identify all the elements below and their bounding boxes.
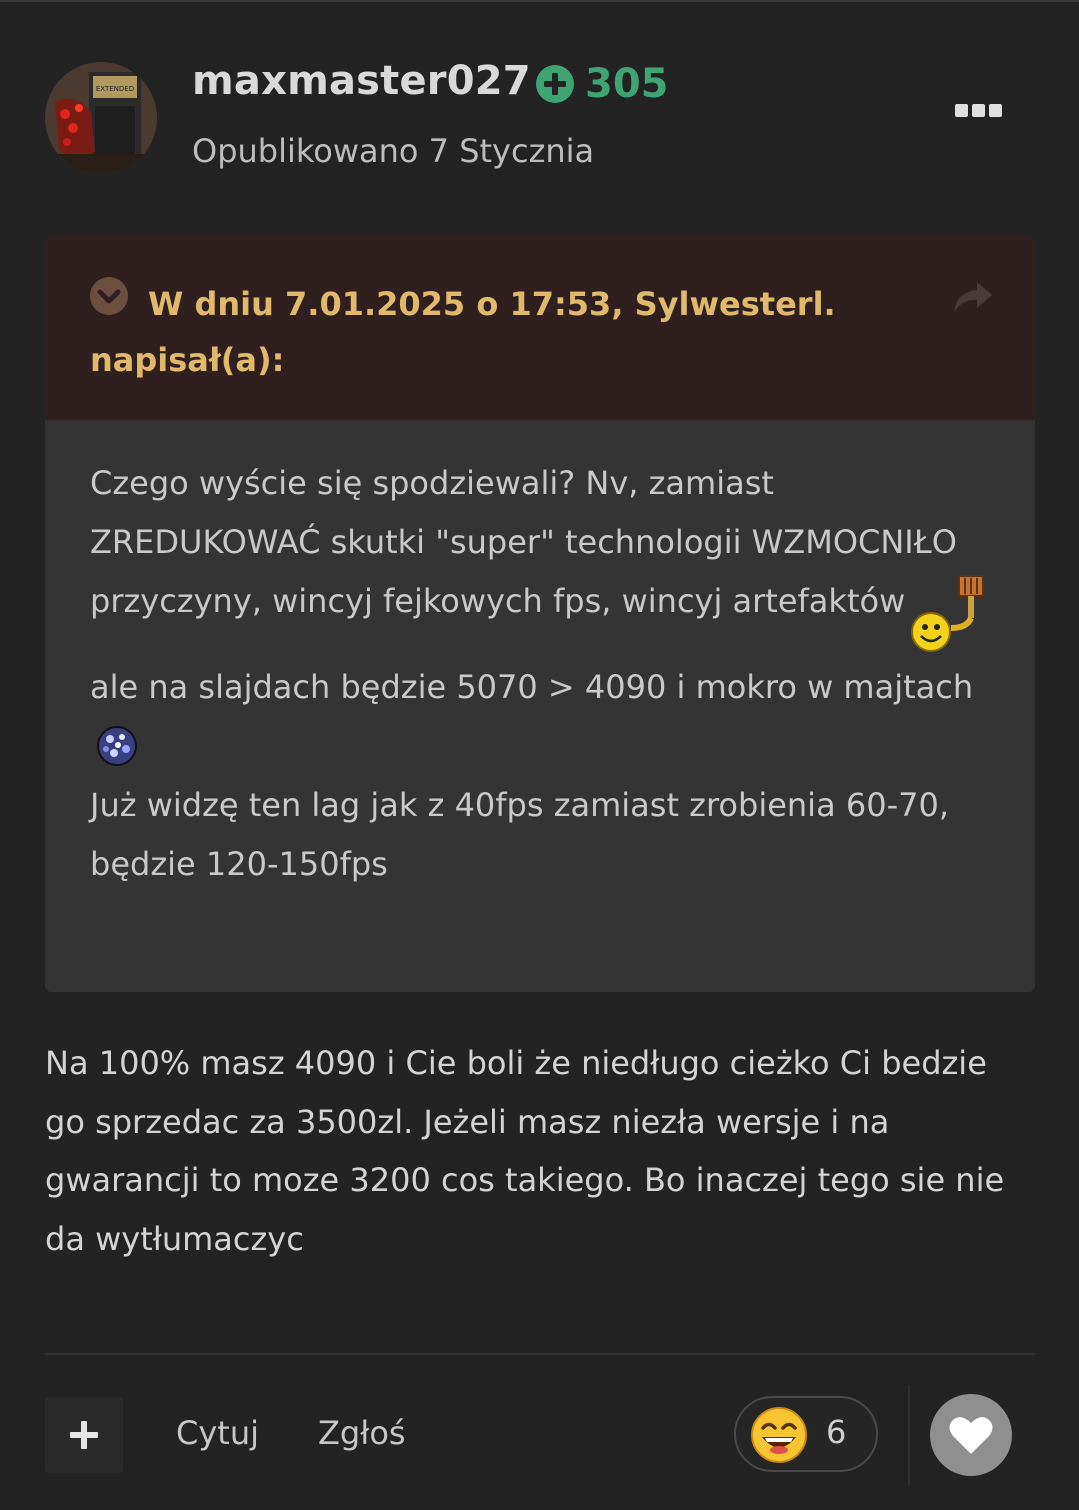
- reputation-count: 305: [585, 61, 669, 107]
- reaction-summary[interactable]: 6: [734, 1396, 878, 1472]
- reputation-badge[interactable]: 305: [535, 64, 669, 104]
- divider: [45, 1353, 1035, 1355]
- reaction-count: 6: [826, 1413, 847, 1451]
- quote-text: ale na slajdach będzie 5070 > 4090 i mok…: [90, 668, 974, 706]
- quote-header: W dniu 7.01.2025 o 17:53, Sylwesterl. na…: [45, 236, 1035, 420]
- report-button[interactable]: Zgłoś: [318, 1414, 406, 1452]
- username[interactable]: maxmaster027: [192, 58, 531, 104]
- post-content: Na 100% masz 4090 i Cie boli że niedługo…: [45, 1044, 1005, 1258]
- smiley-hammer-icon: [911, 575, 985, 652]
- quote-line: ale na slajdach będzie 5070 > 4090 i mok…: [90, 658, 1000, 776]
- separator: [908, 1385, 910, 1485]
- quote-citation[interactable]: W dniu 7.01.2025 o 17:53, Sylwesterl. na…: [90, 276, 850, 388]
- like-button[interactable]: [930, 1394, 1012, 1476]
- quote-block: W dniu 7.01.2025 o 17:53, Sylwesterl. na…: [45, 236, 1035, 992]
- share-arrow-icon[interactable]: [951, 280, 993, 316]
- add-button[interactable]: [45, 1397, 123, 1473]
- more-horizontal-icon[interactable]: [955, 104, 1003, 122]
- post-date: Opublikowano 7 Stycznia: [192, 132, 595, 170]
- quote-line: Już widzę ten lag jak z 40fps zamiast zr…: [90, 786, 949, 883]
- plus-circle-icon: [536, 65, 574, 103]
- disco-ball-icon: [97, 726, 137, 766]
- avatar-image: EXTENDED: [45, 62, 157, 174]
- quote-button[interactable]: Cytuj: [176, 1414, 259, 1452]
- svg-text:EXTENDED: EXTENDED: [96, 85, 134, 93]
- top-border: [0, 0, 1079, 2]
- quote-body: Czego wyście się spodziewali? Nv, zamias…: [90, 454, 1000, 894]
- quote-text: Czego wyście się spodziewali? Nv, zamias…: [90, 464, 957, 620]
- laughing-face-icon: [751, 1407, 807, 1463]
- heart-icon: [949, 1417, 993, 1454]
- plus-icon: [70, 1421, 98, 1449]
- avatar[interactable]: EXTENDED: [45, 62, 157, 174]
- quote-line: Czego wyście się spodziewali? Nv, zamias…: [90, 454, 1000, 654]
